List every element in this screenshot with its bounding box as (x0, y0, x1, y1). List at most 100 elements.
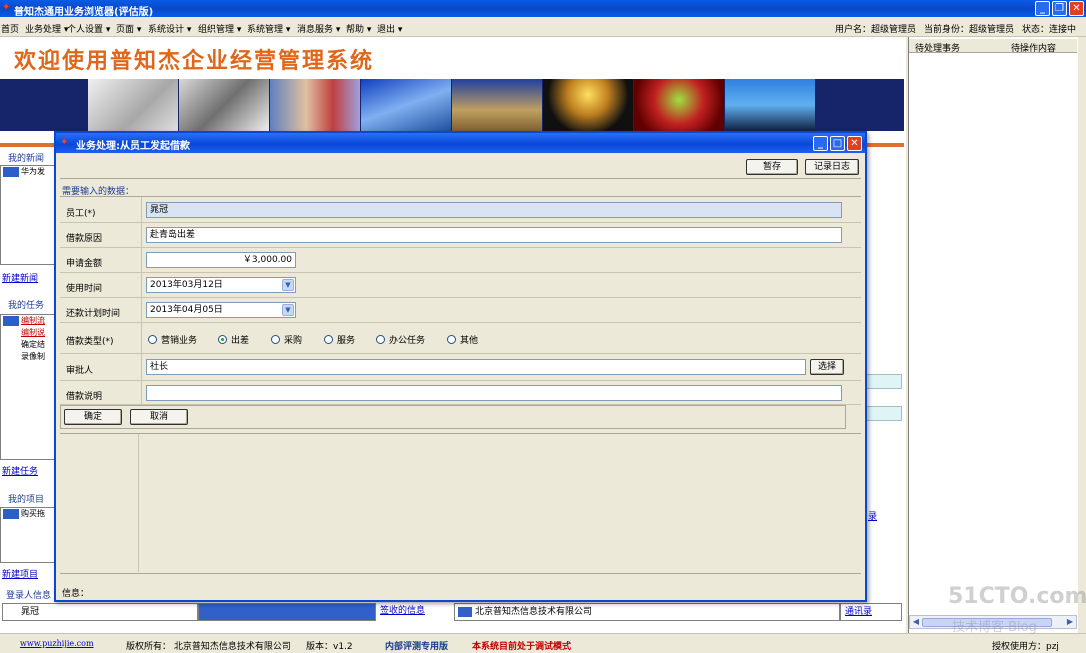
banner (0, 79, 904, 131)
pending-col-content: 待操作内容 (1011, 44, 1057, 54)
dialog-app-icon: ✦ (60, 137, 69, 148)
log-record-button[interactable]: 记录日志 (805, 159, 859, 175)
dialog-close-button[interactable]: ✕ (847, 136, 862, 151)
task-list: 编制流 编制说 确定结 录像制 (0, 314, 56, 460)
dialog-titlebar[interactable]: ✦ 业务处理:从员工发起借款 _ □ ✕ (56, 133, 865, 153)
menu-business[interactable]: 业务处理 ▾ (25, 22, 68, 35)
project-list: 购买拖 (0, 507, 56, 563)
menu-bar: 首页 业务处理 ▾ 个人设置 ▾ 页面 ▾ 系统设计 ▾ 组织管理 ▾ 系统管理… (0, 17, 1086, 37)
scroll-left-icon[interactable]: ◀ (910, 616, 922, 628)
contacts-link[interactable]: 通讯录 (840, 603, 902, 621)
banner-image-architecture (361, 79, 451, 131)
loan-type-radio-purchase[interactable]: 采购 (271, 333, 302, 346)
ok-button[interactable]: 确定 (64, 409, 122, 425)
reason-label: 借款原因 (66, 234, 103, 244)
watermark-subtext: 技术博客 Blog (952, 620, 1037, 635)
menu-help[interactable]: 帮助 ▾ (346, 22, 371, 35)
welcome-heading: 欢迎使用普知杰企业经营管理系统 (14, 48, 375, 74)
use-date-picker[interactable]: 2013年03月12日 ▼ (146, 277, 296, 293)
minimize-button[interactable]: _ (1035, 1, 1050, 16)
scroll-right-icon[interactable]: ▶ (1064, 616, 1076, 628)
signed-info-link[interactable]: 签收的信息 (376, 603, 452, 621)
menu-org[interactable]: 组织管理 ▾ (198, 22, 241, 35)
loan-type-radio-other[interactable]: 其他 (447, 333, 478, 346)
approver-label: 审批人 (66, 366, 94, 376)
dialog-title: 业务处理:从员工发起借款 (76, 141, 190, 152)
loan-type-row: 借款类型(*) 营销业务 出差 采购 服务 办公任务 其他 (60, 323, 861, 354)
menu-personal[interactable]: 个人设置 ▾ (67, 22, 110, 35)
dialog-maximize-button[interactable]: □ (830, 136, 845, 151)
loan-type-radio-office[interactable]: 办公任务 (376, 333, 425, 346)
list-item[interactable]: 录像制 (1, 351, 55, 363)
loan-type-radio-marketing[interactable]: 营销业务 (148, 333, 197, 346)
banner-image-puzzle (179, 79, 269, 131)
menu-home[interactable]: 首页 (1, 22, 19, 35)
menu-system-admin[interactable]: 系统管理 ▾ (247, 22, 290, 35)
new-news-link[interactable]: 新建新闻 (2, 271, 38, 284)
list-item[interactable]: 编制流 (1, 315, 55, 327)
internal-edition-text: 内部评测专用版 (385, 642, 449, 652)
chevron-down-icon[interactable]: ▼ (282, 279, 294, 291)
banner-image-people (725, 79, 815, 131)
menu-page[interactable]: 页面 ▾ (116, 22, 141, 35)
menu-exit[interactable]: 退出 ▾ (377, 22, 402, 35)
close-button[interactable]: ✕ (1069, 1, 1084, 16)
bottom-info-strip: 晁冠 签收的信息 北京普知杰信息技术有限公司 通讯录 (0, 603, 904, 623)
approver-field[interactable]: 社长 (146, 359, 806, 375)
chevron-down-icon[interactable]: ▼ (282, 304, 294, 316)
menu-message[interactable]: 消息服务 ▾ (297, 22, 340, 35)
list-item[interactable]: 编制说 (1, 327, 55, 339)
dialog-toolbar: 暂存 记录日志 (60, 155, 861, 179)
authorized-user-text: 授权使用方：pzj (992, 642, 1059, 652)
dialog-lower-area (60, 433, 861, 572)
use-date-label: 使用时间 (66, 284, 103, 294)
repay-date-picker[interactable]: 2013年04月05日 ▼ (146, 302, 296, 318)
user-info: 用户名：超级管理员 当前身份：超级管理员 状态：连接中 (827, 22, 1076, 35)
list-item[interactable]: 购买拖 (1, 508, 55, 520)
pending-tasks-panel: 待处理事务 待操作内容 ◀ ▶ (908, 37, 1078, 633)
save-draft-button[interactable]: 暂存 (746, 159, 798, 175)
window-title: 普知杰通用业务浏览器(评估版) (14, 7, 154, 18)
employee-field[interactable]: 晁冠 (146, 202, 842, 218)
amount-row: 申请金额 ￥3,000.00 (60, 248, 861, 273)
tasks-section-title: 我的任务 (8, 301, 45, 311)
main-titlebar[interactable]: ✦ 普知杰通用业务浏览器(评估版) _ ❐ ✕ (0, 0, 1086, 18)
menu-system-design[interactable]: 系统设计 ▾ (148, 22, 191, 35)
pending-tasks-header: 待处理事务 待操作内容 (909, 39, 1077, 54)
note-field[interactable] (146, 385, 842, 401)
dialog-window-controls: _ □ ✕ (811, 136, 862, 151)
record-link[interactable]: 录 (868, 509, 877, 522)
loan-dialog: ✦ 业务处理:从员工发起借款 _ □ ✕ 暂存 记录日志 需要输入的数据： 员工(*… (54, 131, 867, 602)
use-date-row: 使用时间 2013年03月12日 ▼ (60, 273, 861, 298)
loan-type-radio-travel[interactable]: 出差 (218, 333, 249, 346)
repay-date-label: 还款计划时间 (66, 309, 121, 319)
new-project-link[interactable]: 新建项目 (2, 567, 38, 580)
new-task-link[interactable]: 新建任务 (2, 464, 38, 477)
amount-field[interactable]: ￥3,000.00 (146, 252, 296, 268)
app-icon: ✦ (2, 2, 11, 13)
site-link[interactable]: www.puzhijie.com (20, 639, 94, 648)
reason-field[interactable]: 赴青岛出差 (146, 227, 842, 243)
connection-status: 状态：连接中 (1021, 25, 1076, 35)
select-approver-button[interactable]: 选择 (810, 359, 844, 375)
dialog-actions: 确定 取消 (60, 405, 846, 429)
note-label: 借款说明 (66, 392, 103, 402)
loan-type-label: 借款类型(*) (66, 337, 114, 347)
restore-button[interactable]: ❐ (1052, 1, 1067, 16)
list-item[interactable]: 确定结 (1, 339, 55, 351)
dialog-minimize-button[interactable]: _ (813, 136, 828, 151)
projects-section-title: 我的项目 (8, 495, 45, 505)
approver-row: 审批人 社长 选择 (60, 354, 861, 381)
login-user-name: 晁冠 (2, 603, 198, 621)
list-item[interactable]: 华为发 (1, 166, 55, 178)
loan-type-radio-service[interactable]: 服务 (324, 333, 355, 346)
dialog-info-bar: 信息： (60, 573, 861, 599)
banner-image-coins (452, 79, 542, 131)
news-section-title: 我的新闻 (8, 154, 45, 164)
reason-row: 借款原因 赴青岛出差 (60, 223, 861, 248)
banner-image-clock (88, 79, 178, 131)
copyright-text: 版权所有： 北京普知杰信息技术有限公司 (126, 642, 291, 652)
amount-label: 申请金额 (66, 259, 103, 269)
cancel-button[interactable]: 取消 (130, 409, 188, 425)
pending-col-tasks: 待处理事务 (915, 44, 961, 54)
